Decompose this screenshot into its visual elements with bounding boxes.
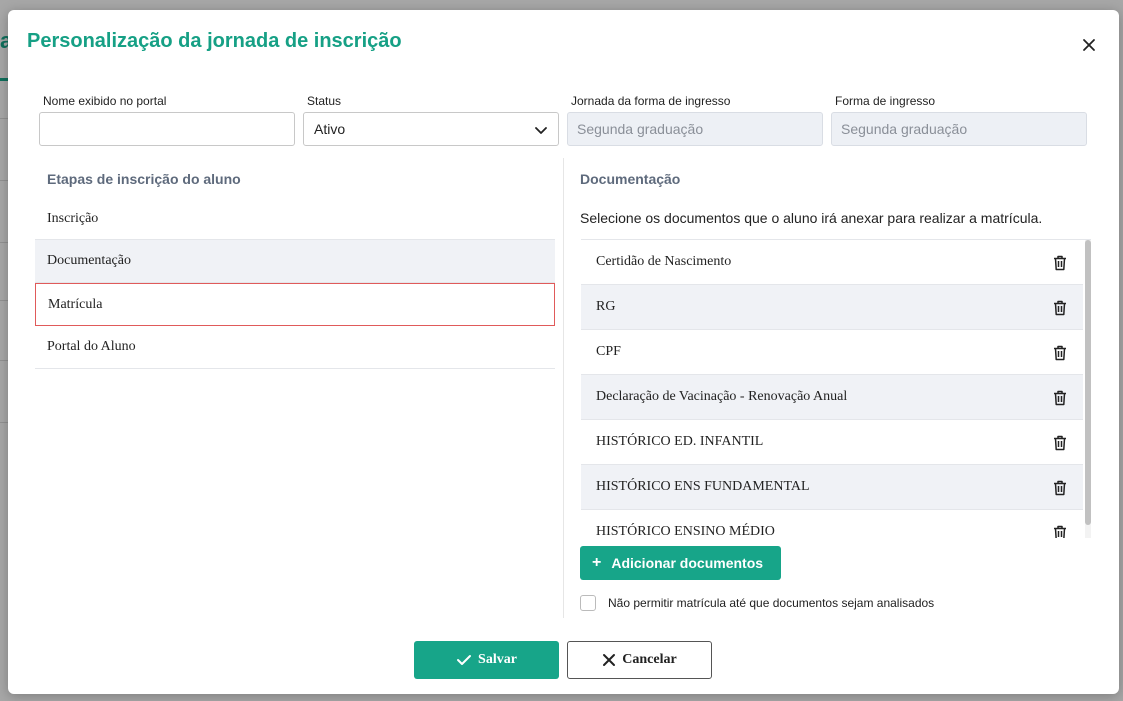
admission-value: Segunda graduação: [841, 121, 968, 137]
document-label: HISTÓRICO ENS FUNDAMENTAL: [596, 479, 810, 494]
step-label: Matrícula: [48, 296, 103, 312]
column-divider: [563, 158, 564, 618]
document-row: Certidão de Nascimento: [581, 240, 1083, 285]
cancel-label: Cancelar: [622, 652, 677, 667]
step-item-portal-do-aluno[interactable]: Portal do Aluno: [35, 326, 555, 369]
document-label: HISTÓRICO ED. INFANTIL: [596, 434, 764, 449]
close-button[interactable]: [1078, 34, 1100, 56]
step-item-matricula[interactable]: Matrícula: [35, 283, 555, 326]
status-label: Status: [307, 94, 342, 108]
journey-field: Segunda graduação: [567, 112, 823, 146]
step-item-inscricao[interactable]: Inscrição: [35, 198, 555, 240]
admission-label: Forma de ingresso: [835, 94, 936, 108]
save-label: Salvar: [478, 652, 517, 667]
document-row: HISTÓRICO ENSINO MÉDIO: [581, 510, 1083, 538]
document-row: RG: [581, 285, 1083, 330]
chevron-down-icon: [535, 127, 547, 134]
trash-icon[interactable]: [1053, 480, 1067, 496]
trash-icon[interactable]: [1053, 525, 1067, 538]
journey-label: Jornada da forma de ingresso: [571, 94, 731, 108]
document-label: HISTÓRICO ENSINO MÉDIO: [596, 524, 775, 538]
trash-icon[interactable]: [1053, 300, 1067, 316]
trash-icon[interactable]: [1053, 345, 1067, 361]
add-documents-label: Adicionar documentos: [611, 555, 764, 571]
documents-scrollbar-thumb[interactable]: [1085, 240, 1091, 525]
step-label: Inscrição: [47, 210, 99, 226]
portal-name-input[interactable]: [39, 112, 295, 146]
admission-field: Segunda graduação: [831, 112, 1087, 146]
close-icon: [603, 654, 616, 666]
documents-list: Certidão de Nascimento RG CPF Declaração…: [581, 239, 1091, 538]
documentation-description: Selecione os documentos que o aluno irá …: [580, 210, 1043, 226]
trash-icon[interactable]: [1053, 255, 1067, 271]
status-select[interactable]: Ativo: [303, 112, 559, 146]
steps-list: Inscrição Documentação Matrícula Portal …: [35, 198, 555, 369]
document-label: Declaração de Vacinação - Renovação Anua…: [596, 389, 848, 404]
document-label: Certidão de Nascimento: [596, 254, 732, 269]
cancel-button[interactable]: Cancelar: [567, 641, 712, 679]
analysis-required-option: Não permitir matrícula até que documento…: [580, 595, 934, 611]
document-label: CPF: [596, 344, 621, 359]
save-button[interactable]: Salvar: [414, 641, 559, 679]
steps-heading: Etapas de inscrição do aluno: [47, 171, 241, 187]
trash-icon[interactable]: [1053, 435, 1067, 451]
document-row: CPF: [581, 330, 1083, 375]
document-row: HISTÓRICO ENS FUNDAMENTAL: [581, 465, 1083, 510]
journey-value: Segunda graduação: [577, 121, 704, 137]
documents-scrollbar[interactable]: [1085, 240, 1091, 538]
document-label: RG: [596, 299, 616, 314]
step-label: Documentação: [47, 253, 131, 268]
document-row: HISTÓRICO ED. INFANTIL: [581, 420, 1083, 465]
document-row: Declaração de Vacinação - Renovação Anua…: [581, 375, 1083, 420]
plus-icon: +: [592, 554, 602, 571]
status-value: Ativo: [314, 121, 346, 137]
documentation-heading: Documentação: [580, 171, 681, 187]
analysis-required-label: Não permitir matrícula até que documento…: [608, 596, 935, 610]
portal-name-label: Nome exibido no portal: [43, 94, 167, 108]
step-item-documentacao[interactable]: Documentação: [35, 240, 555, 283]
check-icon: [457, 655, 472, 665]
analysis-required-checkbox[interactable]: [580, 595, 596, 611]
step-label: Portal do Aluno: [47, 339, 136, 354]
trash-icon[interactable]: [1053, 390, 1067, 406]
modal-title: Personalização da jornada de inscrição: [27, 30, 402, 52]
close-icon: [1083, 39, 1095, 51]
add-documents-button[interactable]: + Adicionar documentos: [580, 546, 781, 580]
journey-customization-modal: Personalização da jornada de inscrição N…: [8, 10, 1119, 694]
